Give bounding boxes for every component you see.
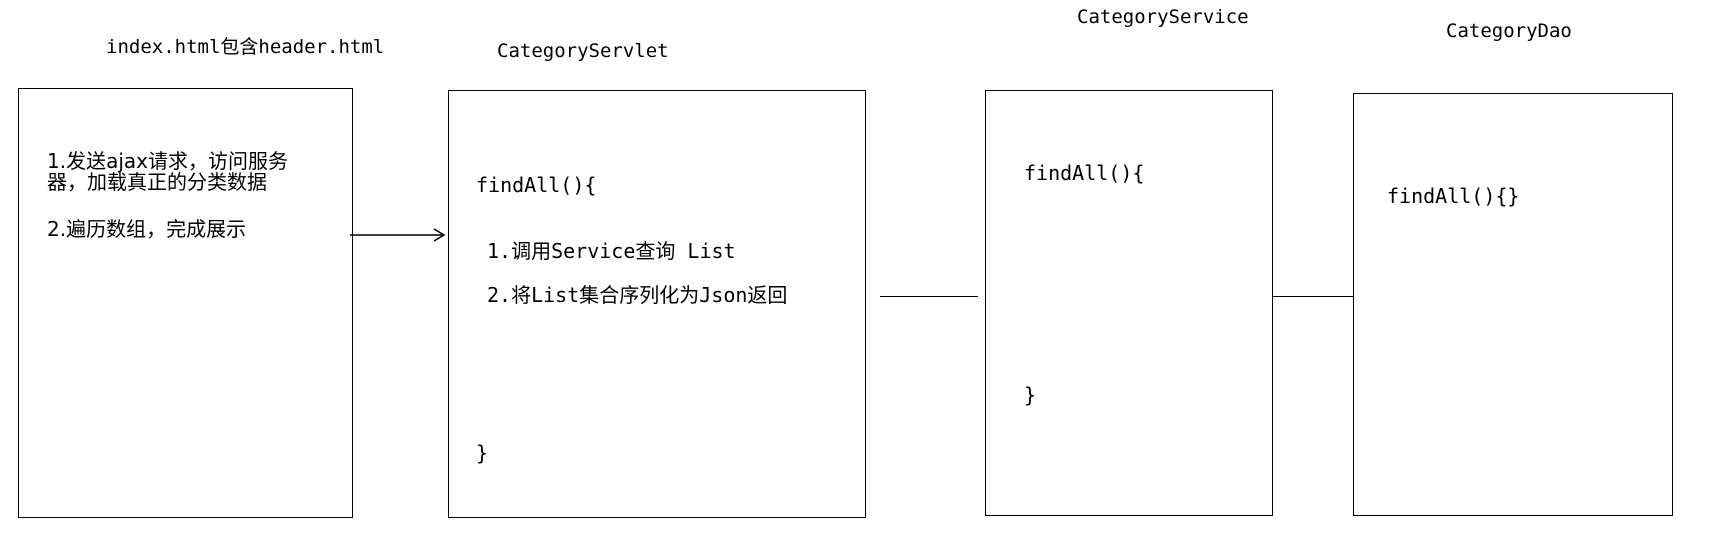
- servlet-box: findAll(){ 1.调用Service查询 List 2.将List集合序…: [448, 90, 866, 518]
- index-step1-line2: 器，加载真正的分类数据: [47, 170, 267, 194]
- servlet-service-connector: [880, 296, 978, 297]
- servlet-method-close: }: [476, 441, 489, 465]
- servlet-label: CategoryServlet: [497, 40, 669, 62]
- index-box: 1.发送ajax请求，访问服务 器，加载真正的分类数据 2.遍历数组，完成展示: [18, 88, 353, 518]
- service-method-open: findAll(){: [1024, 161, 1145, 185]
- service-method-close: }: [1024, 383, 1037, 407]
- dao-method: findAll(){}: [1387, 184, 1520, 208]
- index-step2: 2.遍历数组，完成展示: [47, 217, 247, 241]
- dao-box: findAll(){}: [1353, 93, 1673, 516]
- service-dao-connector: [1273, 296, 1354, 297]
- dao-label: CategoryDao: [1446, 20, 1572, 42]
- service-label: CategoryService: [1077, 6, 1249, 28]
- request-arrow: [350, 228, 446, 242]
- servlet-step1: 1.调用Service查询 List: [487, 239, 736, 263]
- servlet-step2: 2.将List集合序列化为Json返回: [487, 283, 788, 307]
- index-step1-line1: 1.发送ajax请求，访问服务: [47, 149, 288, 173]
- index-label: index.html包含header.html: [106, 36, 385, 58]
- service-box: findAll(){ }: [985, 90, 1273, 516]
- servlet-method-open: findAll(){: [476, 173, 597, 197]
